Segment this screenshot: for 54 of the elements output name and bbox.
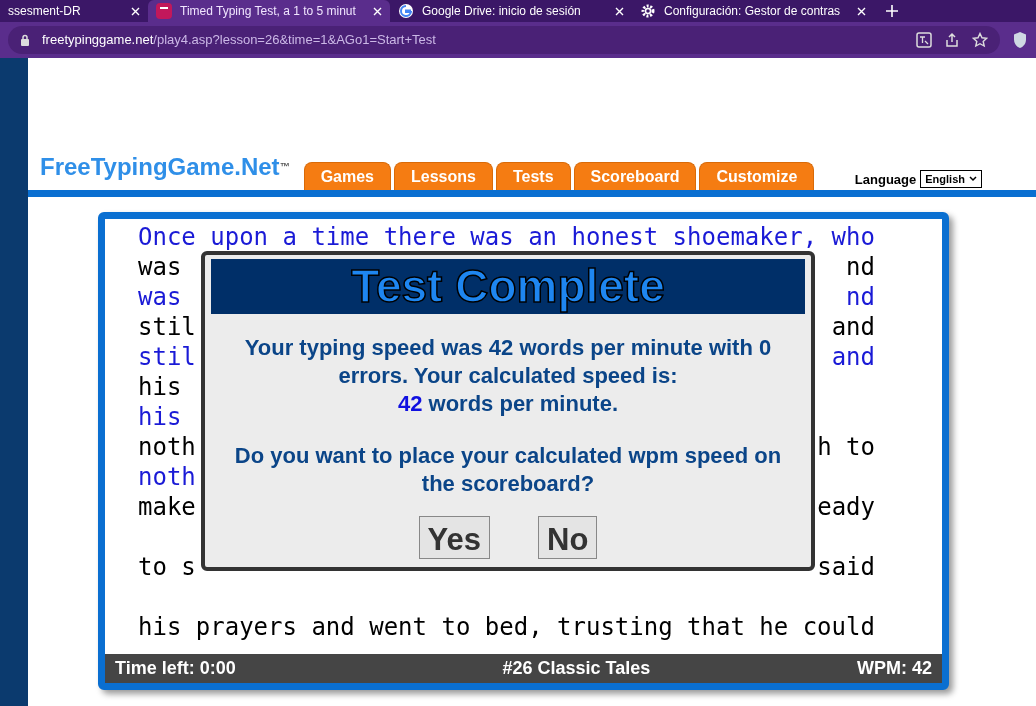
site-logo[interactable]: FreeTypingGame.Net$^{™}$ [40,149,290,185]
shield-icon[interactable] [1012,31,1028,49]
passage-text: was [138,282,182,312]
dialog-button[interactable]: No [538,516,598,559]
close-icon[interactable] [615,6,624,16]
browser-tab[interactable]: Configuración: Gestor de contras [632,0,874,22]
lesson-name: #26 Classic Tales [502,657,651,680]
passage-text: said [817,552,875,582]
result-message: Your typing speed was 42 words per minute with 0 errors. Your calculated speed is: 42 words per minute. [243,334,773,418]
passage-text: and [831,342,875,372]
passage-text: stil [138,312,196,342]
time-left: Time left: 0:00 [115,657,236,680]
lock-icon [20,34,30,46]
site-icon [156,3,172,19]
tab-title: Configuración: Gestor de contras [664,3,842,20]
google-icon [398,3,414,19]
address-bar[interactable]: freetypinggame.net/play4.asp?lesson=26&time=1&AGo1=Start+Test [8,26,1000,54]
tab-title: Google Drive: inicio de sesión [422,3,582,20]
caret-icon [969,175,977,182]
tab-title: ssesment-DR [8,3,82,20]
passage-text: Once upon a time there was an honest shoemaker, who [138,222,875,252]
url-text: freetypinggame.net/play4.asp?lesson=26&time=1&AGo1=Start+Test [42,31,436,50]
tab-title: Timed Typing Test, a 1 to 5 minut [180,3,357,20]
close-icon[interactable] [857,6,866,16]
passage-text: was [138,252,182,282]
new-tab-icon[interactable] [886,5,898,17]
translate-icon[interactable] [916,32,932,48]
passage-text: his [138,402,182,432]
passage-text: noth [138,432,196,462]
scoreboard-question: Do you want to place your calculated wpm speed on the scoreboard? [233,442,783,498]
gear-icon [640,3,656,19]
passage-text: h to [817,432,875,462]
passage-text: nd [846,252,875,282]
passage-text: stil [138,342,196,372]
language-label: Language [854,170,917,189]
close-icon[interactable] [131,6,140,16]
passage-text: his [138,372,182,402]
dialog-title: Test Complete [211,259,805,314]
language-select[interactable]: English [920,169,982,188]
passage-text: and [831,312,875,342]
browser-tab[interactable]: Google Drive: inicio de sesión [390,0,632,22]
dialog-button[interactable]: Yes [418,516,491,559]
close-icon[interactable] [373,6,382,16]
share-icon[interactable] [944,32,960,48]
passage-text: nd [846,282,875,312]
wpm-reading: WPM: 42 [856,657,932,680]
passage-text: make [138,492,196,522]
passage-text: eady [817,492,875,522]
star-icon[interactable] [972,32,988,48]
browser-tab[interactable]: ssesment-DR [0,0,148,22]
passage-text: noth [138,462,196,492]
passage-text: to s [138,552,196,582]
browser-tab[interactable]: Timed Typing Test, a 1 to 5 minut [148,0,390,22]
passage-text: his prayers and went to bed, trusting that he could [138,612,875,642]
